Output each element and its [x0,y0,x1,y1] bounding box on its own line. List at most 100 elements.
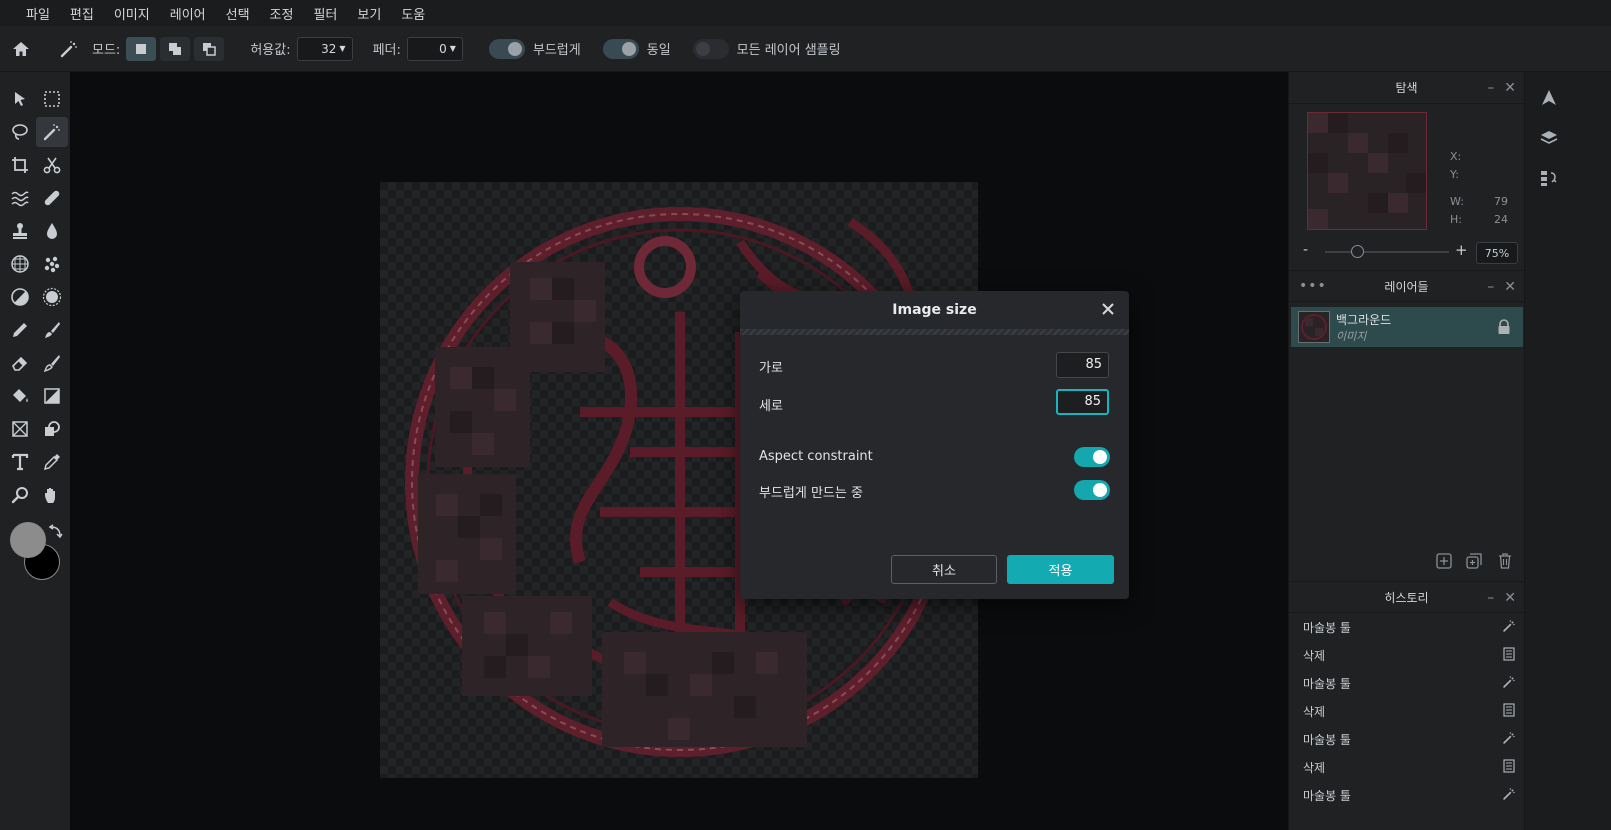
menu-filter[interactable]: 필터 [313,4,337,23]
mode-subtract-selection-button[interactable] [194,36,225,61]
minimize-icon[interactable]: – [1487,80,1494,96]
pencil-tool-icon[interactable] [4,315,36,345]
layer-name: 백그라운드 [1336,312,1392,327]
stamp-tool-icon[interactable] [4,216,36,246]
dialog-title-text: Image size [892,302,977,318]
home-icon[interactable] [6,36,36,62]
close-icon[interactable]: ✕ [1504,279,1516,295]
history-item[interactable]: 마술봉 툴 [1289,669,1524,697]
history-item[interactable]: 마술봉 툴 [1289,725,1524,753]
sharpen-tool-icon[interactable] [36,282,68,312]
tolerance-value: 32 [321,41,337,56]
smooth-label: 부드럽게 [532,43,581,58]
history-item[interactable]: 삭제 [1289,641,1524,669]
width-input[interactable]: 85 [1056,352,1109,378]
blur-drop-tool-icon[interactable] [36,216,68,246]
apply-button[interactable]: 적용 [1007,555,1114,584]
close-icon[interactable]: ✕ [1504,590,1516,606]
smoothing-label: 부드럽게 만드는 중 [759,486,863,501]
magic-wand-tool-icon[interactable] [36,117,68,147]
menu-adjust[interactable]: 조정 [270,4,294,23]
layers-panel: 백그라운드 이미지 [1289,302,1524,581]
menu-select[interactable]: 선택 [226,4,250,23]
sample-all-layers-toggle[interactable] [692,38,729,59]
zoom-value-field[interactable]: 75% [1476,242,1518,264]
y-label: Y: [1450,168,1459,181]
layers-toggle-icon[interactable] [1537,126,1561,150]
menu-file[interactable]: 파일 [26,4,50,23]
swap-colors-icon[interactable] [47,524,63,540]
text-tool-icon[interactable] [4,447,36,477]
eraser-tool-icon[interactable] [4,348,36,378]
minimize-icon[interactable]: – [1487,590,1494,606]
zoom-in-button[interactable]: + [1455,241,1468,259]
mode-label: 모드: [92,43,121,58]
aspect-constraint-label: Aspect constraint [759,449,873,464]
height-input[interactable]: 85 [1056,389,1109,415]
tools-panel [0,72,70,830]
layer-item[interactable]: 백그라운드 이미지 [1291,307,1523,347]
document-icon [1502,702,1516,720]
w-value: 79 [1494,195,1508,208]
zoom-slider-handle[interactable] [1351,245,1364,258]
menu-edit[interactable]: 편집 [70,4,94,23]
smoothing-toggle[interactable] [1074,480,1110,500]
navigator-panel: X: Y: W: 79 H: 24 - + 75% [1289,104,1524,270]
crop-tool-icon[interactable] [4,150,36,180]
dodge-tool-icon[interactable] [4,282,36,312]
menu-help[interactable]: 도움 [401,4,425,23]
width-label: 가로 [759,361,783,376]
mode-add-selection-button[interactable] [160,36,191,61]
history-list: 마술봉 툴 삭제 마술봉 툴 삭제 마술봉 툴 삭제 마술봉 툴 [1289,613,1524,809]
zoom-tool-icon[interactable] [4,480,36,510]
foreground-color-swatch[interactable] [10,522,46,558]
navigator-toggle-icon[interactable] [1537,86,1561,110]
menu-layer[interactable]: 레이어 [170,4,206,23]
frame-tool-icon[interactable] [4,414,36,444]
eyedropper-tool-icon[interactable] [36,447,68,477]
lock-icon[interactable] [1497,319,1511,339]
sponge-tool-icon[interactable] [36,249,68,279]
gradient-tool-icon[interactable] [36,381,68,411]
move-tool-icon[interactable] [4,84,36,114]
feather-select[interactable]: 0 ▼ [406,36,463,61]
shape-tool-icon[interactable] [36,414,68,444]
scissors-tool-icon[interactable] [36,150,68,180]
cancel-button[interactable]: 취소 [891,555,997,584]
history-item[interactable]: 삭제 [1289,697,1524,725]
trash-icon[interactable] [1498,553,1512,573]
bandage-tool-icon[interactable] [36,183,68,213]
smooth-toggle[interactable] [488,38,525,59]
close-icon[interactable] [1099,300,1117,318]
mode-new-selection-button[interactable] [126,36,157,61]
layers-title: 레이어들 [1384,279,1429,294]
close-icon[interactable]: ✕ [1504,80,1516,96]
history-toggle-icon[interactable] [1537,166,1561,190]
zoom-slider[interactable] [1325,251,1449,253]
paint-bucket-tool-icon[interactable] [4,381,36,411]
liquify-tool-icon[interactable] [4,183,36,213]
minimize-icon[interactable]: – [1487,279,1494,295]
contiguous-toggle[interactable] [602,38,639,59]
marquee-tool-icon[interactable] [36,84,68,114]
hand-tool-icon[interactable] [36,480,68,510]
tolerance-select[interactable]: 32 ▼ [296,36,353,61]
layer-type: 이미지 [1336,329,1367,343]
history-item[interactable]: 삭제 [1289,753,1524,781]
history-item[interactable]: 마술봉 툴 [1289,781,1524,809]
navigator-preview[interactable] [1307,112,1427,230]
aspect-constraint-toggle[interactable] [1074,447,1110,467]
duplicate-layer-icon[interactable] [1466,553,1482,573]
replace-color-tool-icon[interactable] [36,348,68,378]
add-layer-icon[interactable] [1436,553,1452,573]
zoom-out-button[interactable]: - [1303,242,1308,258]
pattern-tool-icon[interactable] [4,249,36,279]
more-options-icon[interactable]: ••• [1299,278,1327,294]
menu-view[interactable]: 보기 [357,4,381,23]
brush-tool-icon[interactable] [36,315,68,345]
lasso-tool-icon[interactable] [4,117,36,147]
h-value: 24 [1494,213,1508,226]
history-item[interactable]: 마술봉 툴 [1289,613,1524,641]
menu-image[interactable]: 이미지 [114,4,150,23]
history-item-label: 마술봉 툴 [1303,676,1351,691]
